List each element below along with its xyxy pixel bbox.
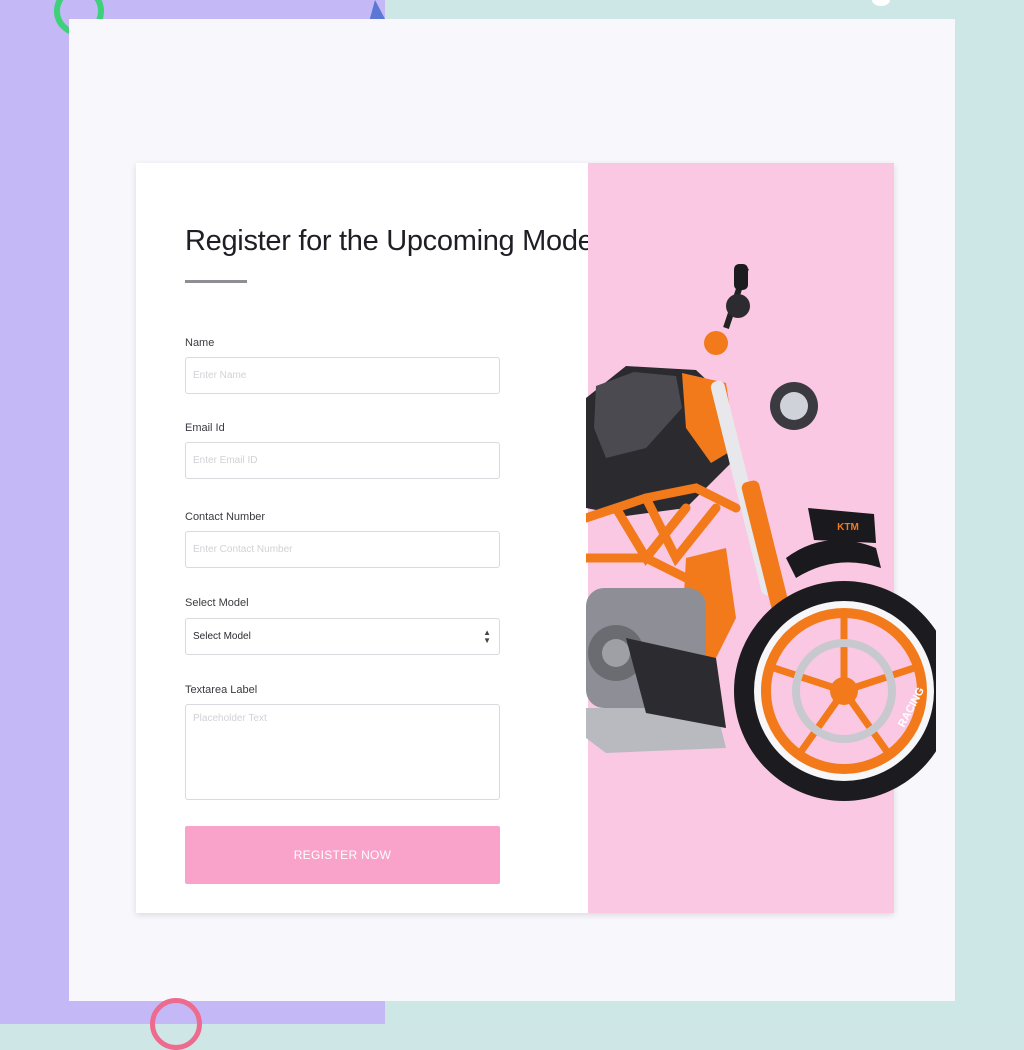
contact-number-input[interactable] <box>185 531 500 568</box>
title-underline <box>185 280 247 283</box>
select-arrows-icon: ▲ ▼ <box>483 627 491 645</box>
ktm-badge: KTM <box>837 522 859 533</box>
textarea-group: Textarea Label <box>185 682 588 800</box>
image-pane: KTM RACING <box>586 163 936 913</box>
email-label: Email Id <box>185 422 225 434</box>
register-now-button[interactable]: REGISTER NOW <box>185 826 500 884</box>
select-model-label: Select Model <box>185 597 249 609</box>
email-field-group: Email Id <box>185 420 588 479</box>
contact-field-group: Contact Number <box>185 509 588 568</box>
registration-card: Register for the Upcoming Model Name Ema… <box>136 163 936 913</box>
message-textarea[interactable] <box>185 704 500 800</box>
contact-number-label: Contact Number <box>185 511 266 523</box>
name-input[interactable] <box>185 357 500 394</box>
model-select[interactable]: Select Model ▲ ▼ <box>185 618 500 655</box>
motorcycle-image: KTM RACING <box>586 264 936 801</box>
model-select-value: Select Model <box>193 631 251 642</box>
email-input[interactable] <box>185 442 500 479</box>
page-title: Register for the Upcoming Model <box>185 225 600 257</box>
name-field-group: Name <box>185 335 588 394</box>
form-pane: Register for the Upcoming Model Name Ema… <box>136 163 600 913</box>
decorative-pink-circle <box>150 998 202 1050</box>
name-label: Name <box>185 337 215 349</box>
select-model-group: Select Model Select Model ▲ ▼ <box>185 595 588 655</box>
textarea-label: Textarea Label <box>185 684 258 696</box>
